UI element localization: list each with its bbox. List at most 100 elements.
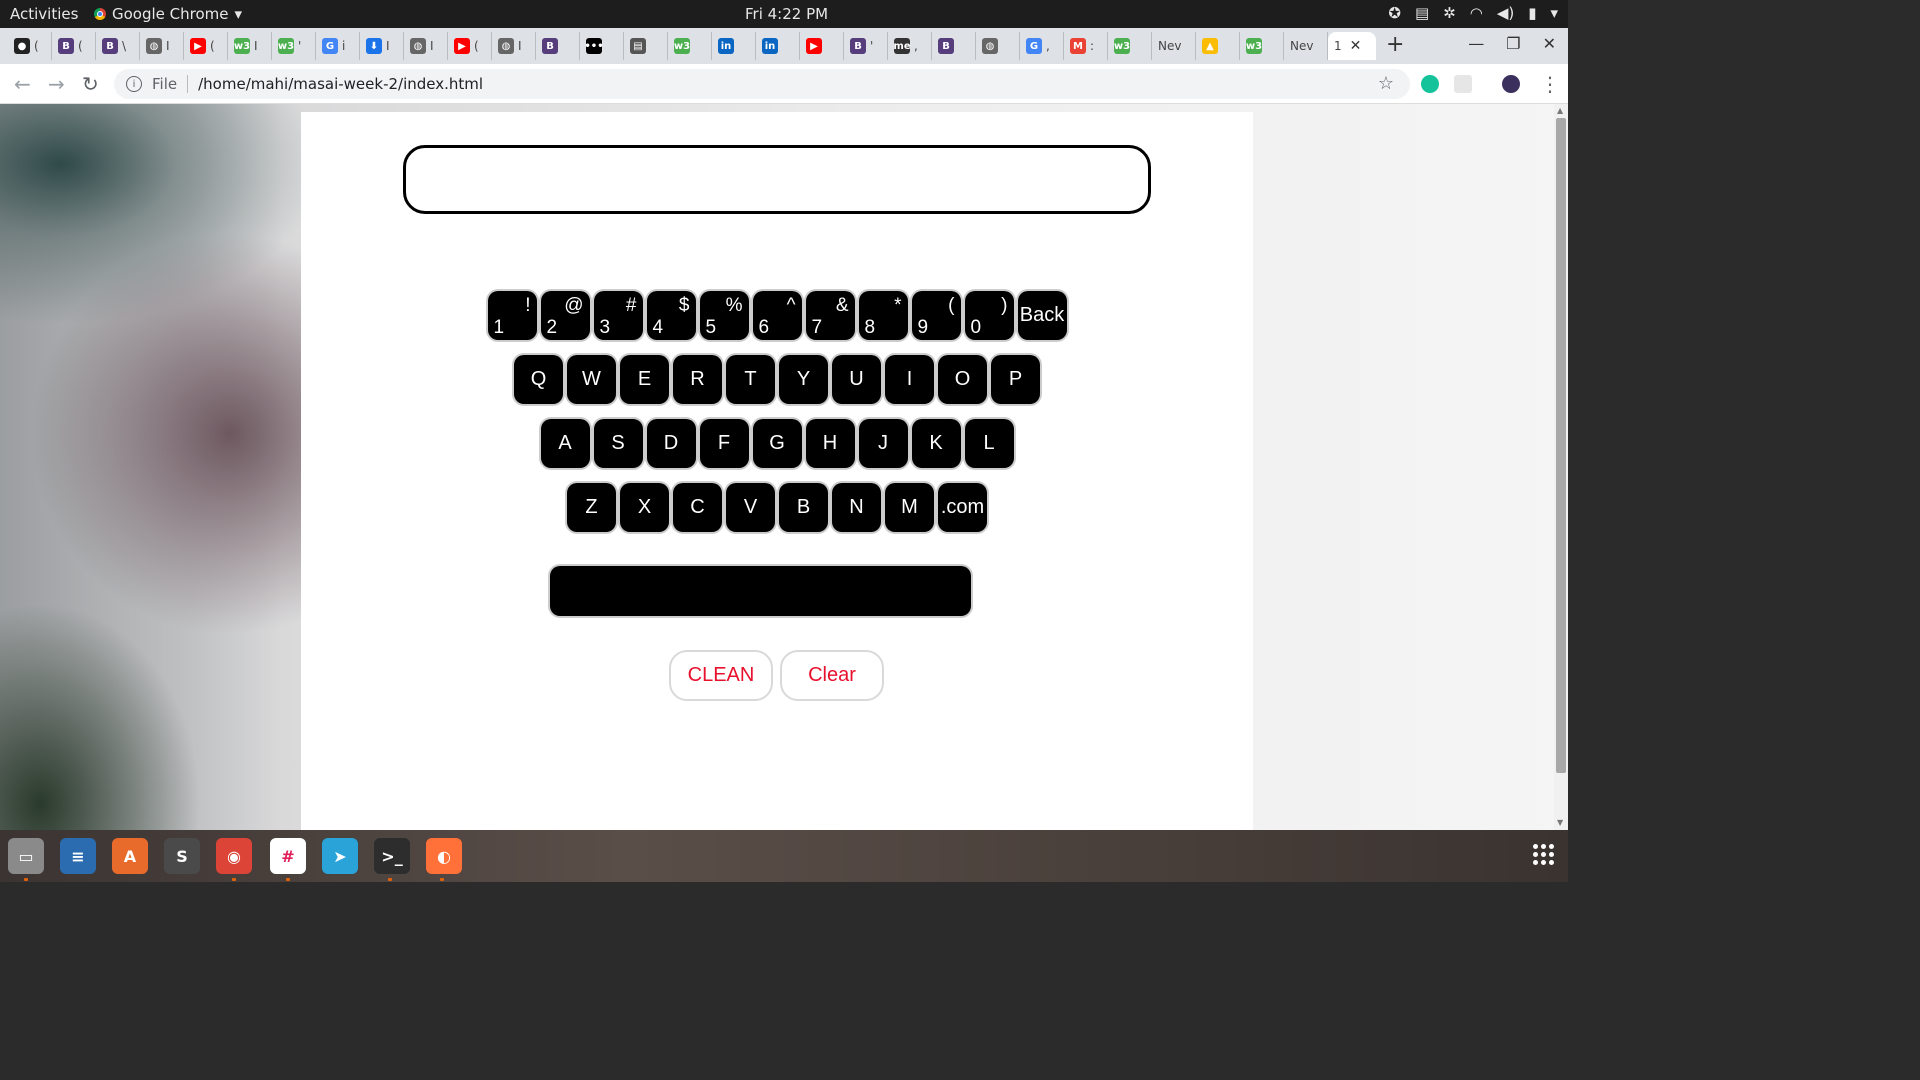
key-z[interactable]: Z [567, 483, 616, 532]
scroll-up-arrow-icon[interactable]: ▲ [1557, 106, 1563, 115]
telegram-app-icon[interactable]: ➤ [322, 838, 358, 874]
info-icon[interactable]: i [126, 76, 142, 92]
key-r[interactable]: R [673, 355, 722, 404]
key-m[interactable]: M [885, 483, 934, 532]
key-a[interactable]: A [540, 419, 590, 468]
browser-tab[interactable]: ◍ [976, 32, 1020, 60]
browser-tab[interactable]: ●( [8, 32, 52, 60]
browser-tab[interactable]: ▶ [800, 32, 844, 60]
browser-tab[interactable]: M: [1064, 32, 1108, 60]
key-7[interactable]: & 7 [805, 291, 855, 340]
key-dotcom[interactable]: .com [938, 483, 987, 532]
browser-tab[interactable]: w3 I [228, 32, 272, 60]
browser-tab[interactable]: ••• [580, 32, 624, 60]
extension-icon[interactable] [1454, 75, 1472, 93]
system-tray[interactable]: ✪ ▤ ✲ ◠ ◀) ▮ ▾ [1388, 4, 1558, 22]
key-1[interactable]: ! 1 [487, 291, 537, 340]
scroll-down-arrow-icon[interactable]: ▼ [1557, 818, 1563, 827]
browser-tab[interactable]: in [712, 32, 756, 60]
scrollbar-thumb[interactable] [1556, 118, 1566, 773]
url-text[interactable]: /home/mahi/masai-week-2/index.html [198, 75, 483, 93]
key-c[interactable]: C [673, 483, 722, 532]
key-v[interactable]: V [726, 483, 775, 532]
show-applications-icon[interactable] [1533, 844, 1554, 865]
browser-tab[interactable]: ◍ I [404, 32, 448, 60]
close-window-button[interactable]: ✕ [1543, 34, 1556, 53]
key-o[interactable]: O [938, 355, 987, 404]
active-browser-tab[interactable]: 1 ✕ [1328, 32, 1376, 60]
writer-app-icon[interactable]: ≡ [60, 838, 96, 874]
browser-tab[interactable]: ▶( [184, 32, 228, 60]
key-3[interactable]: #3 [593, 291, 643, 340]
browser-tab[interactable]: ◍ I [492, 32, 536, 60]
key-n[interactable]: N [832, 483, 881, 532]
maximize-button[interactable]: ❐ [1506, 34, 1520, 53]
firefox-app-icon[interactable]: ◐ [426, 838, 462, 874]
menu-icon[interactable]: ▤ [1415, 4, 1429, 22]
activities-button[interactable]: Activities [10, 5, 78, 23]
browser-tab[interactable]: B [932, 32, 976, 60]
browser-tab[interactable]: Nev [1284, 32, 1328, 60]
browser-tab[interactable]: w3 [668, 32, 712, 60]
clean-button[interactable]: CLEAN [669, 650, 773, 701]
clock[interactable]: Fri 4:22 PM [745, 5, 828, 23]
key-d[interactable]: D [646, 419, 696, 468]
power-menu-icon[interactable]: ▾ [1550, 4, 1558, 22]
accessibility-icon[interactable]: ✪ [1388, 4, 1401, 22]
sublime-text-icon[interactable]: S [164, 838, 200, 874]
browser-tab[interactable]: G, [1020, 32, 1064, 60]
forward-button[interactable]: → [48, 72, 65, 96]
browser-tab[interactable]: B [536, 32, 580, 60]
minimize-button[interactable]: — [1468, 34, 1484, 53]
key-l[interactable]: L [964, 419, 1014, 468]
key-9[interactable]: (9 [911, 291, 961, 340]
browser-tab[interactable]: in [756, 32, 800, 60]
slack-app-icon[interactable]: # [270, 838, 306, 874]
browser-tab[interactable]: ◍ I [140, 32, 184, 60]
clear-button[interactable]: Clear [780, 650, 884, 701]
key-5[interactable]: % 5 [699, 291, 749, 340]
reload-button[interactable]: ↻ [82, 72, 99, 96]
files-app-icon[interactable]: ▭ [8, 838, 44, 874]
key-y[interactable]: Y [779, 355, 828, 404]
back-button[interactable]: ← [14, 72, 31, 96]
key-2[interactable]: @2 [540, 291, 590, 340]
key-g[interactable]: G [752, 419, 802, 468]
key-t[interactable]: T [726, 355, 775, 404]
profile-avatar[interactable] [1502, 75, 1520, 93]
browser-tab[interactable]: B ' [844, 32, 888, 60]
browser-tab[interactable]: B \ [96, 32, 140, 60]
terminal-app-icon[interactable]: >_ [374, 838, 410, 874]
software-center-icon[interactable]: A [112, 838, 148, 874]
browser-tab[interactable]: ⬇ I [360, 32, 404, 60]
app-menu[interactable]: Google Chrome ▾ [94, 5, 242, 23]
browser-tab[interactable]: Nev [1152, 32, 1196, 60]
key-q[interactable]: Q [514, 355, 563, 404]
close-tab-icon[interactable]: ✕ [1350, 38, 1362, 54]
backspace-key[interactable]: Back [1017, 291, 1067, 340]
battery-icon[interactable]: ▮ [1528, 4, 1536, 22]
browser-tab[interactable]: ▶( [448, 32, 492, 60]
browser-tab[interactable]: w3 [1240, 32, 1284, 60]
browser-tab[interactable]: Gi [316, 32, 360, 60]
key-j[interactable]: J [858, 419, 908, 468]
browser-tab[interactable]: B( [52, 32, 96, 60]
new-tab-button[interactable]: + [1386, 32, 1404, 57]
space-bar-key[interactable] [550, 566, 971, 616]
address-bar[interactable]: i File /home/mahi/masai-week-2/index.htm… [114, 69, 1410, 99]
browser-tab[interactable]: w3 [1108, 32, 1152, 60]
key-f[interactable]: F [699, 419, 749, 468]
key-e[interactable]: E [620, 355, 669, 404]
slack-tray-icon[interactable]: ✲ [1443, 4, 1456, 22]
page-scrollbar[interactable]: ▲ ▼ [1554, 104, 1568, 830]
key-i[interactable]: I [885, 355, 934, 404]
key-0[interactable]: ) 0 [964, 291, 1014, 340]
chrome-app-icon[interactable]: ◉ [216, 838, 252, 874]
key-p[interactable]: P [991, 355, 1040, 404]
key-k[interactable]: K [911, 419, 961, 468]
key-u[interactable]: U [832, 355, 881, 404]
key-h[interactable]: H [805, 419, 855, 468]
grammarly-extension-icon[interactable] [1421, 75, 1439, 93]
key-s[interactable]: S [593, 419, 643, 468]
wifi-icon[interactable]: ◠ [1470, 4, 1483, 22]
